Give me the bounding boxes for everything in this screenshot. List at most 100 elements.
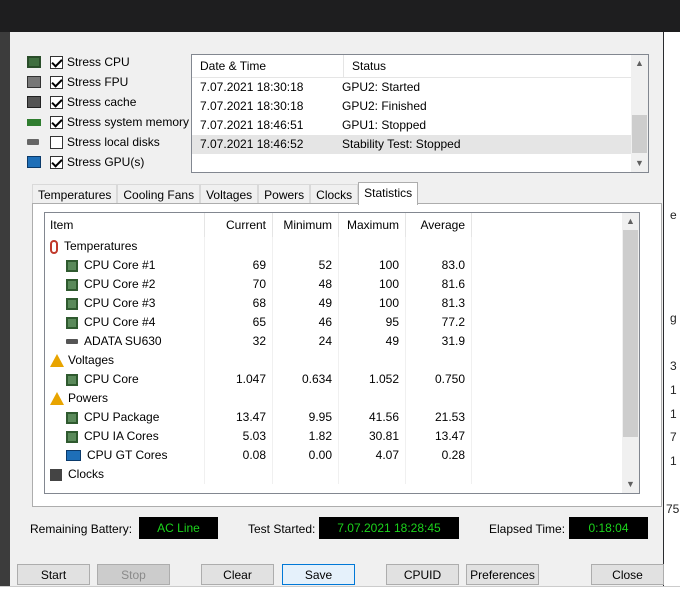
item-cell: ADATA SU630 — [45, 332, 205, 351]
maximum-value: 100 — [339, 294, 406, 313]
item-label: CPU Core — [84, 372, 139, 386]
group-cell: Temperatures — [45, 237, 205, 256]
scroll-down-arrow-icon[interactable]: ▼ — [631, 155, 648, 172]
cpuid-button[interactable]: CPUID — [386, 564, 459, 585]
log-row[interactable]: 7.07.2021 18:30:18 GPU2: Finished — [192, 97, 648, 116]
scrollbar-thumb[interactable] — [632, 115, 647, 153]
item-label: CPU GT Cores — [87, 448, 168, 462]
table-group-row[interactable]: Temperatures — [45, 237, 639, 256]
cpu-icon — [66, 259, 78, 272]
maximum-value: 41.56 — [339, 408, 406, 427]
average-value: 13.47 — [406, 427, 472, 446]
item-label: CPU Core #2 — [84, 277, 156, 291]
statistics-panel: Item Current Minimum Maximum Average Tem… — [32, 203, 662, 507]
column-header-item[interactable]: Item — [45, 213, 205, 237]
table-group-row[interactable]: Voltages — [45, 351, 639, 370]
stress-cpu-option[interactable]: Stress CPU — [27, 52, 197, 72]
statistics-table[interactable]: Item Current Minimum Maximum Average Tem… — [44, 212, 640, 494]
stress-memory-checkbox[interactable] — [50, 115, 63, 129]
table-row[interactable]: CPU Package 13.47 9.95 41.56 21.53 — [45, 408, 639, 427]
tab-voltages[interactable]: Voltages — [200, 184, 259, 204]
column-header-maximum[interactable]: Maximum — [339, 213, 406, 237]
stress-disks-checkbox[interactable] — [50, 135, 63, 149]
stop-button[interactable]: Stop — [97, 564, 170, 585]
table-row[interactable]: CPU GT Cores 0.08 0.00 4.07 0.28 — [45, 446, 639, 465]
stress-memory-option[interactable]: Stress system memory — [27, 112, 197, 132]
stress-fpu-checkbox[interactable] — [50, 75, 63, 89]
average-value: 77.2 — [406, 313, 472, 332]
bg-fragment: g — [670, 311, 677, 325]
close-button[interactable]: Close — [591, 564, 664, 585]
scroll-up-arrow-icon[interactable]: ▲ — [631, 55, 648, 72]
empty-cell — [273, 351, 339, 370]
tab-statistics[interactable]: Statistics — [358, 182, 419, 205]
tab-bar: Temperatures Cooling Fans Voltages Power… — [32, 182, 419, 205]
group-cell: Clocks — [45, 465, 205, 484]
item-cell: CPU Package — [45, 408, 205, 427]
empty-cell — [406, 389, 472, 408]
table-scrollbar[interactable]: ▲ ▼ — [622, 213, 639, 493]
table-row[interactable]: CPU Core 1.047 0.634 1.052 0.750 — [45, 370, 639, 389]
table-row[interactable]: ADATA SU630 32 24 49 31.9 — [45, 332, 639, 351]
stress-gpu-option[interactable]: Stress GPU(s) — [27, 152, 197, 172]
scroll-down-arrow-icon[interactable]: ▼ — [622, 476, 639, 493]
table-row[interactable]: CPU Core #3 68 49 100 81.3 — [45, 294, 639, 313]
log-column-header[interactable]: Status — [344, 55, 386, 77]
stress-option-label: Stress cache — [67, 95, 137, 109]
disk-icon — [27, 139, 39, 145]
current-value: 5.03 — [205, 427, 273, 446]
preferences-button[interactable]: Preferences — [466, 564, 539, 585]
scrollbar-thumb[interactable] — [623, 230, 638, 437]
table-row[interactable]: CPU Core #4 65 46 95 77.2 — [45, 313, 639, 332]
fpu-icon — [27, 76, 41, 88]
stress-options: Stress CPU Stress FPU Stress cache Stres… — [27, 52, 197, 172]
stress-option-label: Stress local disks — [67, 135, 160, 149]
column-header-minimum[interactable]: Minimum — [273, 213, 339, 237]
minimum-value: 24 — [273, 332, 339, 351]
item-cell: CPU Core — [45, 370, 205, 389]
tab-cooling-fans[interactable]: Cooling Fans — [117, 184, 201, 204]
item-cell: CPU GT Cores — [45, 446, 205, 465]
memory-icon — [27, 118, 41, 126]
stress-gpu-checkbox[interactable] — [50, 155, 63, 169]
table-row[interactable]: CPU IA Cores 5.03 1.82 30.81 13.47 — [45, 427, 639, 446]
table-group-row[interactable]: Clocks — [45, 465, 639, 484]
cpu-icon — [66, 278, 78, 291]
table-row[interactable]: CPU Core #2 70 48 100 81.6 — [45, 275, 639, 294]
stress-cache-option[interactable]: Stress cache — [27, 92, 197, 112]
tab-clocks[interactable]: Clocks — [310, 184, 359, 204]
stress-cpu-checkbox[interactable] — [50, 55, 63, 69]
stress-disks-option[interactable]: Stress local disks — [27, 132, 197, 152]
column-header-average[interactable]: Average — [406, 213, 472, 237]
log-row[interactable]: 7.07.2021 18:46:51 GPU1: Stopped — [192, 116, 648, 135]
scroll-up-arrow-icon[interactable]: ▲ — [622, 213, 639, 230]
table-group-row[interactable]: Powers — [45, 389, 639, 408]
gpu-icon — [66, 450, 81, 461]
stress-cache-checkbox[interactable] — [50, 95, 63, 109]
bg-fragment: 75 — [666, 502, 680, 516]
log-scrollbar[interactable]: ▲ ▼ — [631, 55, 648, 172]
battery-label: Remaining Battery: — [30, 522, 133, 536]
event-log-list[interactable]: Date & Time Status 7.07.2021 18:30:18 GP… — [191, 54, 649, 173]
maximum-value: 100 — [339, 275, 406, 294]
average-value: 83.0 — [406, 256, 472, 275]
column-header-current[interactable]: Current — [205, 213, 273, 237]
item-label: CPU IA Cores — [84, 429, 159, 443]
cpu-icon — [66, 316, 78, 329]
stress-fpu-option[interactable]: Stress FPU — [27, 72, 197, 92]
average-value: 0.750 — [406, 370, 472, 389]
group-label: Temperatures — [64, 239, 138, 253]
minimum-value: 48 — [273, 275, 339, 294]
warning-icon — [50, 392, 64, 405]
log-row[interactable]: 7.07.2021 18:30:18 GPU2: Started — [192, 78, 648, 97]
tab-powers[interactable]: Powers — [258, 184, 311, 204]
log-column-header[interactable]: Date & Time — [192, 55, 344, 77]
empty-cell — [406, 237, 472, 256]
log-row-selected[interactable]: 7.07.2021 18:46:52 Stability Test: Stopp… — [192, 135, 648, 154]
tab-temperatures[interactable]: Temperatures — [32, 184, 118, 204]
clear-button[interactable]: Clear — [201, 564, 274, 585]
save-button[interactable]: Save — [282, 564, 355, 585]
table-row[interactable]: CPU Core #1 69 52 100 83.0 — [45, 256, 639, 275]
log-time: 7.07.2021 18:30:18 — [200, 99, 304, 113]
start-button[interactable]: Start — [17, 564, 90, 585]
